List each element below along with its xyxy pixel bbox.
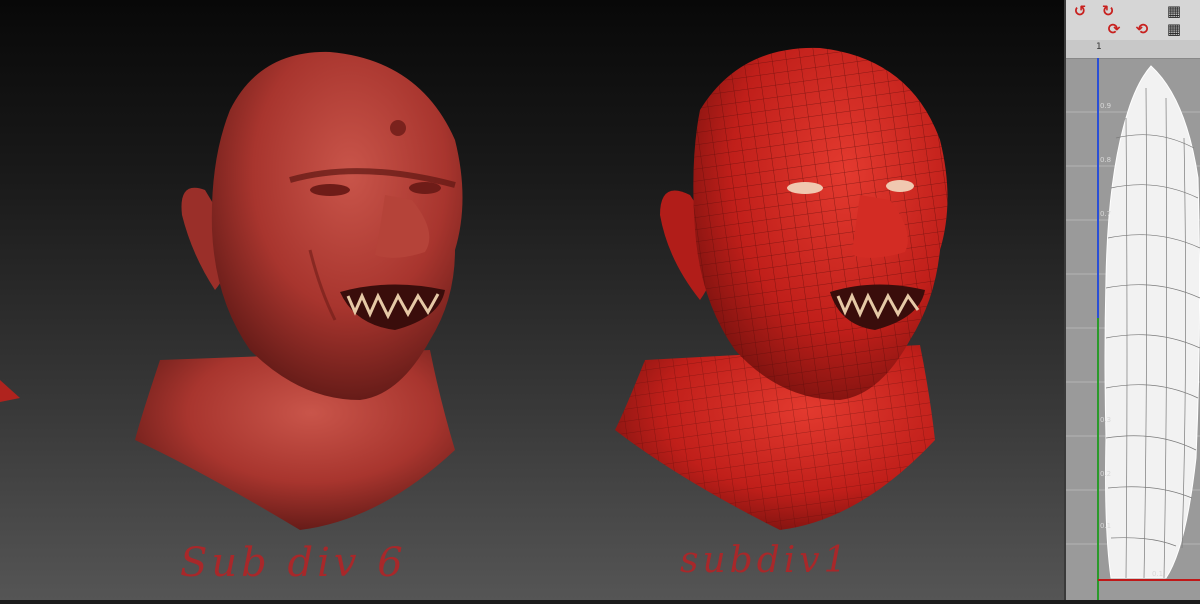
- sculpt-viewport[interactable]: Sub div 6 subdiv1: [0, 0, 1064, 600]
- viewport-canvas: [0, 47, 948, 530]
- rotate-left-icon[interactable]: ↺: [1070, 2, 1090, 20]
- uv-canvas[interactable]: 0.9 0.8 0.7 0.3 0.2 0.1 0.1: [1066, 58, 1200, 600]
- uv-tick-0.2: 0.2: [1100, 470, 1112, 478]
- offscreen-model-fragment: [0, 380, 20, 402]
- checker-icon-2[interactable]: ▦: [1164, 20, 1184, 38]
- checker-icon[interactable]: ▦: [1164, 2, 1184, 20]
- uv-tick-0.9: 0.9: [1100, 102, 1112, 110]
- uv-tick-0.7: 0.7: [1100, 210, 1112, 218]
- uv-tick-0.1: 0.1: [1100, 522, 1112, 530]
- caption-subdiv-1: subdiv1: [680, 540, 851, 581]
- uv-tick-0.1-x: 0.1: [1152, 570, 1164, 578]
- head-subdiv-1: [615, 47, 948, 530]
- uv-editor-panel[interactable]: ↺ ↻ ▦ ⟳ ⟲ ▦ 1 0.9 0.8 0.7 0.3 0.2 0.1 0.…: [1064, 0, 1200, 600]
- uv-toolbar: ↺ ↻ ▦ ⟳ ⟲ ▦: [1066, 0, 1200, 41]
- refresh-icon-b[interactable]: ⟲: [1132, 20, 1152, 38]
- head-subdiv-6: [135, 51, 463, 530]
- rotate-right-icon[interactable]: ↻: [1098, 2, 1118, 20]
- caption-subdiv-6: Sub div 6: [180, 540, 407, 586]
- refresh-icon-a[interactable]: ⟳: [1104, 20, 1124, 38]
- uv-tick-0.8: 0.8: [1100, 156, 1112, 164]
- uv-tick-0.3: 0.3: [1100, 416, 1112, 424]
- uv-grid: [1066, 58, 1200, 600]
- ruler-value: 1: [1096, 42, 1102, 52]
- uv-ruler: 1: [1066, 40, 1200, 59]
